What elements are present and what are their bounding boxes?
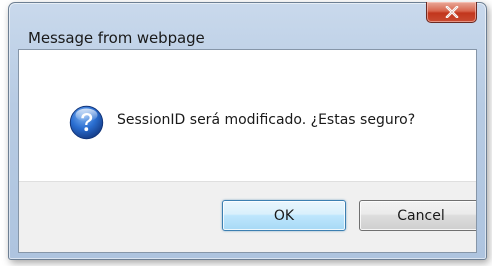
close-icon <box>445 6 459 18</box>
question-icon <box>69 105 104 140</box>
dialog-button-bar: OK Cancel <box>19 181 476 252</box>
cancel-button[interactable]: Cancel <box>359 200 476 231</box>
ok-button[interactable]: OK <box>222 200 346 231</box>
close-button[interactable] <box>426 2 477 23</box>
dialog-titlebar[interactable]: Message from webpage <box>9 2 486 47</box>
dialog-message: SessionID será modificado. ¿Estas seguro… <box>117 112 416 128</box>
message-area: SessionID será modificado. ¿Estas seguro… <box>19 50 476 181</box>
dialog-title: Message from webpage <box>28 29 205 47</box>
message-dialog: Message from webpage SessionID será modi… <box>8 2 487 260</box>
dialog-body: SessionID será modificado. ¿Estas seguro… <box>18 49 477 253</box>
